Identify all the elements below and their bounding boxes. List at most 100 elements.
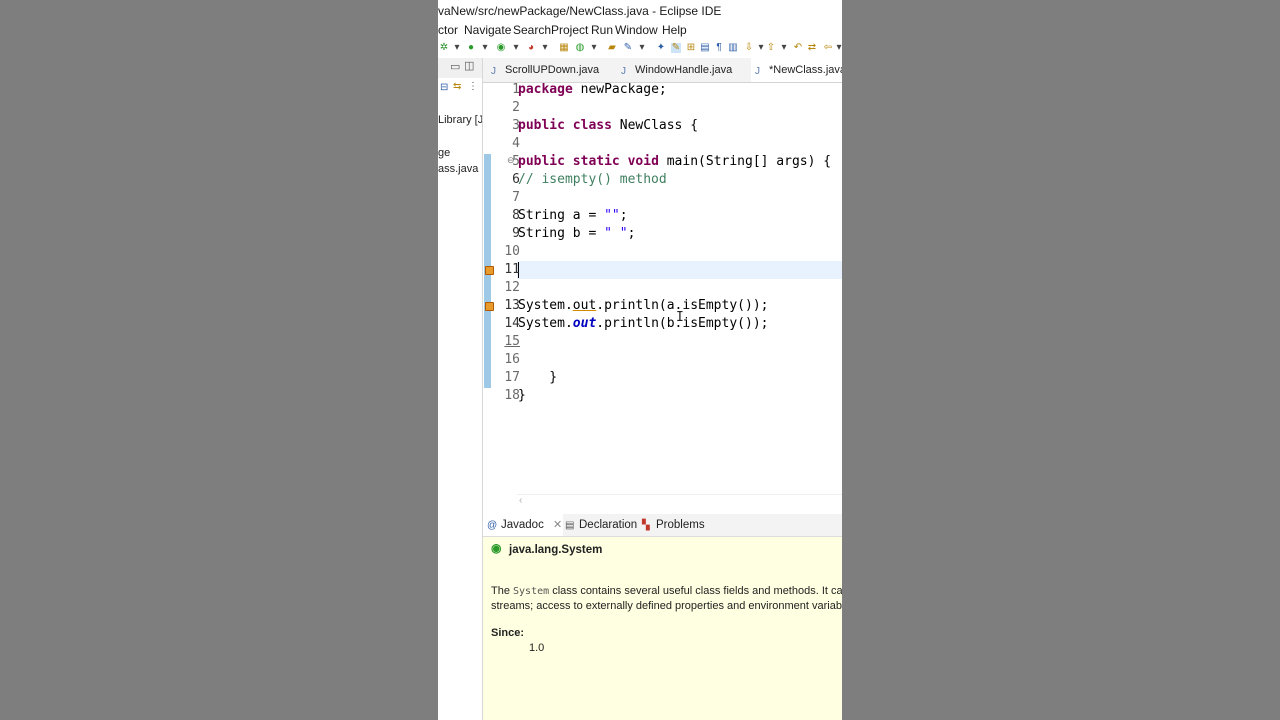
menu-window[interactable]: Window bbox=[615, 23, 658, 38]
tree-item-library[interactable]: Library [Ja bbox=[438, 113, 482, 127]
declaration-icon: ▤ bbox=[565, 520, 575, 531]
line-number: 8 bbox=[512, 208, 520, 223]
class-icon: ◉ bbox=[491, 541, 502, 555]
dropdown-icon[interactable]: ▾ bbox=[756, 43, 766, 53]
code-line: } bbox=[518, 370, 558, 385]
at-icon: @ bbox=[487, 520, 498, 531]
menu-project[interactable]: Project bbox=[551, 23, 588, 38]
fold-toggle-icon[interactable]: ⊖ bbox=[507, 155, 515, 166]
line-number: 6 bbox=[512, 172, 520, 187]
tab-scrollupdown[interactable]: J ScrollUPDown.java bbox=[487, 58, 615, 82]
tab-declaration[interactable]: ▤ Declaration bbox=[563, 514, 641, 536]
java-file-icon: J bbox=[621, 66, 626, 77]
code-line: public static void main(String[] args) { bbox=[518, 154, 832, 169]
line-number: 12 bbox=[504, 280, 520, 295]
line-number: 5 bbox=[512, 154, 520, 169]
menu-help[interactable]: Help bbox=[662, 23, 687, 38]
title-bar: vaNew/src/newPackage/NewClass.java - Ecl… bbox=[438, 0, 842, 22]
since-label: Since: bbox=[491, 627, 525, 639]
toggle-block-icon[interactable]: ⊞ bbox=[686, 43, 696, 53]
since-value: 1.0 bbox=[529, 642, 545, 654]
word-wrap-icon[interactable]: ▤ bbox=[700, 43, 710, 53]
line-number: 1 bbox=[512, 82, 520, 97]
dropdown-icon[interactable]: ▾ bbox=[637, 43, 647, 53]
window-title: vaNew/src/newPackage/NewClass.java - Ecl… bbox=[438, 4, 722, 18]
dropdown-icon[interactable]: ▾ bbox=[452, 43, 462, 53]
line-number: 14 bbox=[504, 316, 520, 331]
dropdown-icon[interactable]: ▾ bbox=[480, 43, 490, 53]
search-icon[interactable]: ✎ bbox=[623, 43, 633, 53]
dropdown-icon[interactable]: ▾ bbox=[511, 43, 521, 53]
tab-windowhandle[interactable]: J WindowHandle.java bbox=[617, 58, 745, 82]
code-line: String a = ""; bbox=[518, 208, 628, 223]
line-number: 13 bbox=[504, 298, 520, 313]
view-menu-icon[interactable]: ⋮ bbox=[468, 81, 478, 92]
problems-icon: ▚ bbox=[642, 520, 650, 531]
close-icon[interactable]: ✕ bbox=[553, 519, 562, 531]
main-toolbar: ✲ ▾ ● ▾ ◉ ▾ ◕ ▾ ▦ ◍ ▾ ▰ ✎ ▾ ✦ ✎ ⊞ ▤ ¶ ▥ … bbox=[438, 40, 842, 58]
toggle-highlight-icon[interactable]: ✎ bbox=[671, 43, 681, 53]
menu-bar: ctor Navigate Search Project Run Window … bbox=[438, 22, 842, 39]
package-explorer: ▭ ◫ ⊟ ⇆ ⋮ Library [Ja ge ass.java bbox=[438, 58, 483, 720]
line-number: 17 bbox=[504, 370, 520, 385]
eclipse-window: vaNew/src/newPackage/NewClass.java - Ecl… bbox=[438, 0, 842, 720]
run-icon[interactable]: ● bbox=[466, 43, 476, 53]
current-line-highlight bbox=[517, 261, 842, 279]
tab-newclass[interactable]: J *NewClass.java bbox=[751, 58, 842, 82]
dropdown-icon[interactable]: ▾ bbox=[589, 43, 599, 53]
dropdown-icon[interactable]: ▾ bbox=[779, 43, 789, 53]
dropdown-icon[interactable]: ▾ bbox=[834, 43, 842, 53]
tree-item-package[interactable]: ge bbox=[438, 146, 450, 160]
line-number: 11 bbox=[504, 262, 520, 277]
editor-tab-bar: J ScrollUPDown.java J WindowHandle.java J *… bbox=[483, 58, 842, 83]
java-file-icon: J bbox=[491, 66, 496, 77]
line-number: 3 bbox=[512, 118, 520, 133]
menu-refactor[interactable]: ctor bbox=[438, 23, 458, 38]
line-number: 7 bbox=[512, 190, 520, 205]
javadoc-paragraph: The System class contains several useful… bbox=[491, 585, 842, 597]
tab-javadoc[interactable]: @ Javadoc ✕ bbox=[483, 514, 563, 536]
code-line: // isempty() method bbox=[518, 172, 667, 187]
javadoc-content: ◉ java.lang.System The System class cont… bbox=[483, 536, 842, 720]
previous-annotation-icon[interactable]: ⇧ bbox=[766, 43, 776, 53]
external-tools-icon[interactable]: ◕ bbox=[526, 43, 536, 53]
code-area[interactable]: 1 2 3 4 5 6 7 8 9 10 11 12 13 14 15 16 1… bbox=[483, 82, 842, 502]
coverage-icon[interactable]: ◉ bbox=[496, 43, 506, 53]
new-class-icon[interactable]: ◍ bbox=[575, 43, 585, 53]
code-line: String b = " "; bbox=[518, 226, 636, 241]
dropdown-icon[interactable]: ▾ bbox=[540, 43, 550, 53]
bottom-tab-bar: @ Javadoc ✕ ▤ Declaration ▚ Problems bbox=[483, 514, 842, 537]
gear-icon[interactable]: ✲ bbox=[439, 43, 449, 53]
javadoc-paragraph: streams; access to externally defined pr… bbox=[491, 600, 842, 612]
line-number: 18 bbox=[504, 388, 520, 403]
code-line: System.out.println(a.isEmpty()); bbox=[518, 298, 769, 313]
mark-occurrences-icon[interactable]: ✦ bbox=[656, 43, 666, 53]
minimize-icon[interactable]: ▭ bbox=[450, 60, 460, 73]
line-number: 16 bbox=[504, 352, 520, 367]
menu-run[interactable]: Run bbox=[591, 23, 613, 38]
code-line: } bbox=[518, 388, 526, 403]
package-explorer-header: ▭ ◫ bbox=[438, 58, 482, 78]
open-type-icon[interactable]: ▰ bbox=[607, 43, 617, 53]
block-selection-icon[interactable]: ▥ bbox=[728, 43, 738, 53]
maximize-icon[interactable]: ◫ bbox=[464, 59, 474, 72]
java-file-icon: J bbox=[755, 66, 760, 77]
menu-navigate[interactable]: Navigate bbox=[464, 23, 511, 38]
show-whitespace-icon[interactable]: ¶ bbox=[714, 43, 724, 53]
mouse-cursor-icon: I bbox=[676, 310, 684, 325]
horizontal-scrollbar[interactable]: ‹ bbox=[517, 494, 842, 509]
new-java-package-icon[interactable]: ▦ bbox=[559, 43, 569, 53]
menu-search[interactable]: Search bbox=[513, 23, 551, 38]
line-number: 10 bbox=[504, 244, 520, 259]
code-editor: J ScrollUPDown.java J WindowHandle.java J *… bbox=[483, 58, 842, 510]
next-annotation-icon[interactable]: ⇩ bbox=[744, 43, 754, 53]
javadoc-title: java.lang.System bbox=[509, 544, 603, 556]
last-edit-icon[interactable]: ↶ bbox=[793, 43, 803, 53]
tab-problems[interactable]: ▚ Problems bbox=[640, 514, 712, 536]
back-icon[interactable]: ⇦ bbox=[823, 43, 833, 53]
scroll-left-icon[interactable]: ‹ bbox=[519, 495, 522, 506]
tree-item-newclass[interactable]: ass.java bbox=[438, 162, 478, 176]
collapse-all-icon[interactable]: ⊟ bbox=[440, 82, 448, 93]
forward-history-icon[interactable]: ⇄ bbox=[807, 43, 817, 53]
link-editor-icon[interactable]: ⇆ bbox=[453, 81, 461, 92]
